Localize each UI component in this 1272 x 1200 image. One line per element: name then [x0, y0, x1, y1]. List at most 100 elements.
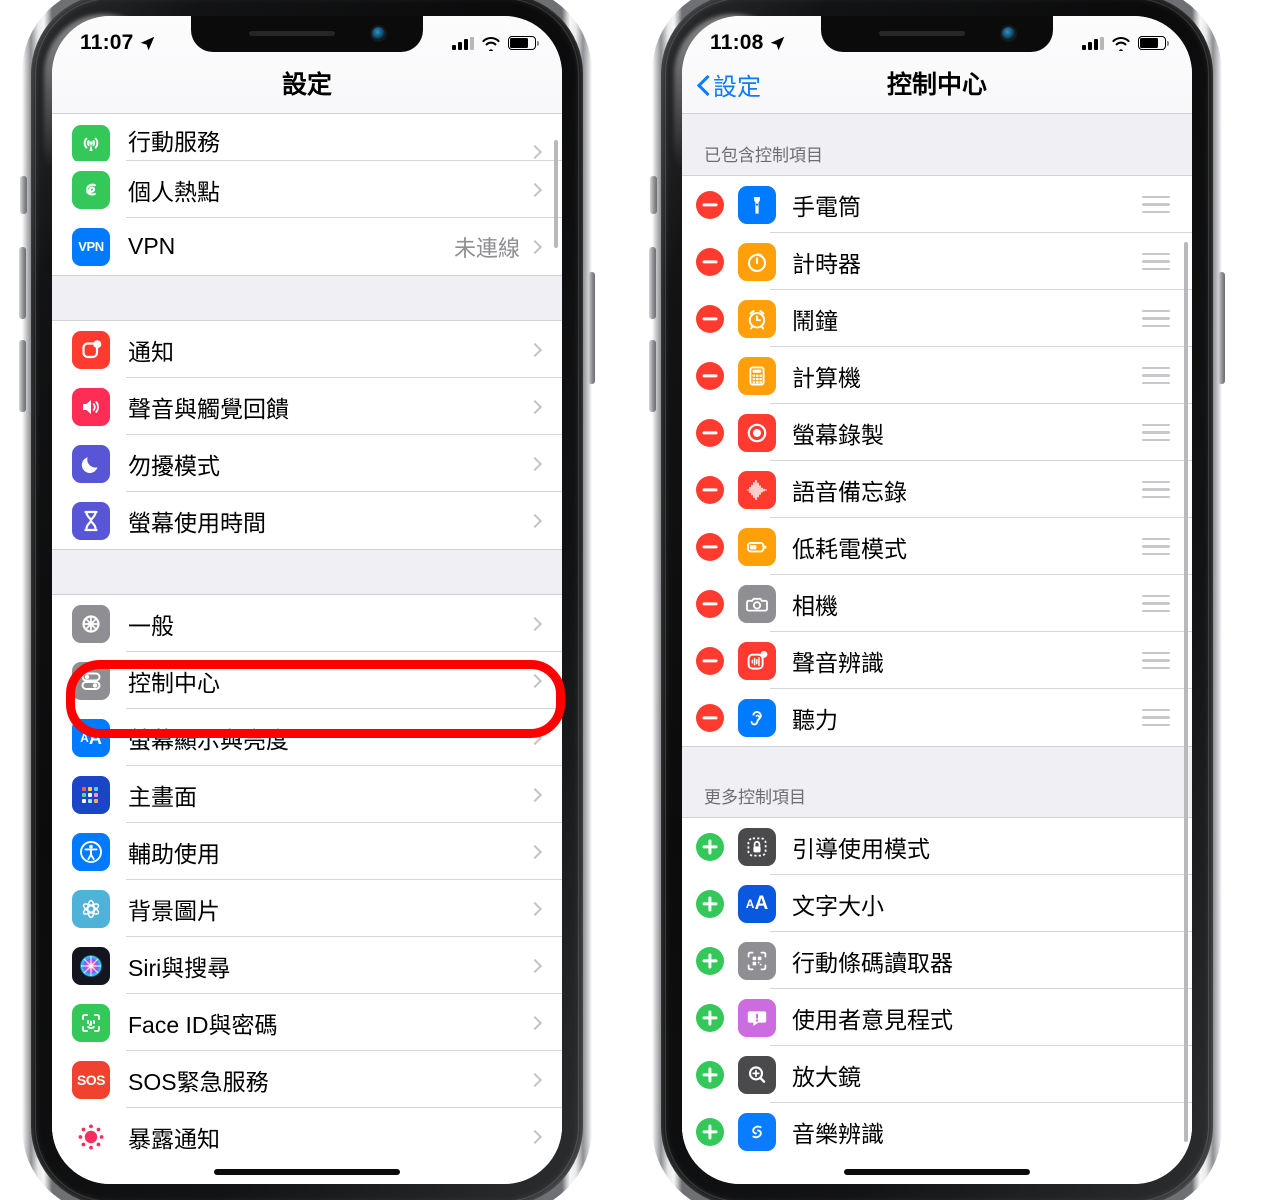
remove-button[interactable] — [696, 418, 724, 447]
cc-row-low-power-mode[interactable]: 低耗電模式 — [682, 518, 1192, 575]
volume-up-button[interactable] — [649, 247, 656, 319]
cc-label: 使用者意見程式 — [792, 1006, 953, 1033]
settings-label: 勿擾模式 — [128, 452, 220, 479]
add-button[interactable] — [696, 1117, 724, 1146]
cc-row-voice-memos[interactable]: 語音備忘錄 — [682, 461, 1192, 518]
drag-handle-icon[interactable] — [1142, 708, 1170, 727]
settings-row-control-center[interactable]: 控制中心 — [52, 652, 562, 709]
cc-row-alarm[interactable]: 鬧鐘 — [682, 290, 1192, 347]
cc-row-screen-recording[interactable]: 螢幕錄製 — [682, 404, 1192, 461]
chevron-right-icon — [527, 399, 543, 414]
scrollbar-right[interactable] — [1184, 242, 1188, 1142]
settings-row-home-screen[interactable]: 主畫面 — [52, 766, 562, 823]
cc-label: 鬧鐘 — [792, 307, 838, 334]
mute-switch[interactable] — [20, 176, 27, 214]
chevron-right-icon — [527, 239, 543, 254]
power-button[interactable] — [1218, 272, 1225, 384]
settings-row-sos[interactable]: SOS SOS緊急服務 — [52, 1051, 562, 1108]
volume-down-button[interactable] — [19, 340, 26, 412]
flashlight-icon — [738, 185, 776, 224]
calculator-icon — [738, 356, 776, 395]
remove-button[interactable] — [696, 646, 724, 675]
cc-row-feedback-assistant[interactable]: 使用者意見程式 — [682, 989, 1192, 1046]
remove-button[interactable] — [696, 532, 724, 561]
scrollbar-left[interactable] — [554, 140, 558, 248]
settings-row-general[interactable]: 一般 — [52, 595, 562, 652]
remove-button[interactable] — [696, 247, 724, 276]
remove-button[interactable] — [696, 190, 724, 219]
back-button[interactable]: 設定 — [698, 67, 761, 102]
chevron-right-icon — [527, 844, 543, 859]
remove-button[interactable] — [696, 703, 724, 732]
cc-row-hearing[interactable]: 聽力 — [682, 689, 1192, 746]
power-button[interactable] — [588, 272, 595, 384]
drag-handle-icon[interactable] — [1142, 480, 1170, 499]
cc-label: 語音備忘錄 — [792, 478, 907, 505]
mute-switch[interactable] — [650, 176, 657, 214]
drag-handle-icon[interactable] — [1142, 594, 1170, 613]
drag-handle-icon[interactable] — [1142, 651, 1170, 670]
back-button-label: 設定 — [713, 74, 761, 101]
add-button[interactable] — [696, 1060, 724, 1089]
home-indicator[interactable] — [214, 1169, 400, 1175]
notch — [821, 16, 1053, 52]
settings-label: 背景圖片 — [128, 897, 220, 924]
chevron-left-icon — [698, 75, 709, 95]
text-size-icon: AA — [738, 884, 776, 923]
add-button[interactable] — [696, 889, 724, 918]
volume-up-button[interactable] — [19, 247, 26, 319]
qr-code-reader-icon — [738, 941, 776, 980]
settings-label: 螢幕顯示與亮度 — [128, 726, 289, 753]
add-button[interactable] — [696, 832, 724, 861]
settings-row-screen-time[interactable]: 螢幕使用時間 — [52, 492, 562, 549]
control-center-list[interactable]: 已包含控制項目 手電筒 計時器 鬧鐘 計算機 螢幕錄製 語音備忘錄 低耗電模式 … — [682, 114, 1192, 1184]
cc-row-calculator[interactable]: 計算機 — [682, 347, 1192, 404]
iphone-control-center: 11:08 設定 控制中心 已包含控制項目 手電筒 計時器 鬧鐘 計算機 螢幕錄… — [649, 0, 1225, 1200]
cc-row-magnifier[interactable]: 放大鏡 — [682, 1046, 1192, 1103]
page-title: 控制中心 — [886, 71, 987, 99]
settings-row-dnd[interactable]: 勿擾模式 — [52, 435, 562, 492]
drag-handle-icon[interactable] — [1142, 195, 1170, 214]
drag-handle-icon[interactable] — [1142, 537, 1170, 556]
wifi-icon — [1112, 36, 1130, 51]
settings-list[interactable]: 行動服務 個人熱點 VPN VPN 未連線 通知 聲音與觸覺回饋 勿擾模式 螢幕… — [52, 114, 562, 1184]
volume-down-button[interactable] — [649, 340, 656, 412]
remove-button[interactable] — [696, 475, 724, 504]
cc-row-text-size[interactable]: AA 文字大小 — [682, 875, 1192, 932]
settings-label: 螢幕使用時間 — [128, 509, 266, 536]
chevron-right-icon — [527, 616, 543, 631]
settings-row-siri[interactable]: Siri與搜尋 — [52, 937, 562, 994]
add-button[interactable] — [696, 946, 724, 975]
remove-button[interactable] — [696, 589, 724, 618]
remove-button[interactable] — [696, 304, 724, 333]
group-separator — [52, 549, 562, 595]
remove-button[interactable] — [696, 361, 724, 390]
settings-row-notifications[interactable]: 通知 — [52, 321, 562, 378]
settings-row-cellular[interactable]: 行動服務 — [52, 114, 562, 163]
cc-row-qr-reader[interactable]: 行動條碼讀取器 — [682, 932, 1192, 989]
cc-row-music-recognition[interactable]: 音樂辨識 — [682, 1103, 1192, 1160]
settings-row-face-id[interactable]: Face ID與密碼 — [52, 994, 562, 1051]
cc-row-camera[interactable]: 相機 — [682, 575, 1192, 632]
cc-row-guided-access[interactable]: 引導使用模式 — [682, 818, 1192, 875]
home-indicator[interactable] — [844, 1169, 1030, 1175]
settings-row-hotspot[interactable]: 個人熱點 — [52, 161, 562, 218]
settings-row-wallpaper[interactable]: 背景圖片 — [52, 880, 562, 937]
add-button[interactable] — [696, 1003, 724, 1032]
settings-row-exposure-notifications[interactable]: 暴露通知 — [52, 1108, 562, 1165]
signal-bars-icon — [452, 36, 474, 50]
drag-handle-icon[interactable] — [1142, 366, 1170, 385]
cc-row-timer[interactable]: 計時器 — [682, 233, 1192, 290]
settings-row-accessibility[interactable]: 輔助使用 — [52, 823, 562, 880]
settings-row-vpn[interactable]: VPN VPN 未連線 — [52, 218, 562, 275]
settings-label: VPN — [128, 233, 176, 259]
location-arrow-icon — [140, 36, 154, 50]
drag-handle-icon[interactable] — [1142, 423, 1170, 442]
cc-row-flashlight[interactable]: 手電筒 — [682, 176, 1192, 233]
settings-row-sounds[interactable]: 聲音與觸覺回饋 — [52, 378, 562, 435]
drag-handle-icon[interactable] — [1142, 309, 1170, 328]
drag-handle-icon[interactable] — [1142, 252, 1170, 271]
accessibility-icon — [72, 832, 110, 871]
cc-row-sound-recognition[interactable]: 聲音辨識 — [682, 632, 1192, 689]
settings-row-display[interactable]: AA 螢幕顯示與亮度 — [52, 709, 562, 766]
